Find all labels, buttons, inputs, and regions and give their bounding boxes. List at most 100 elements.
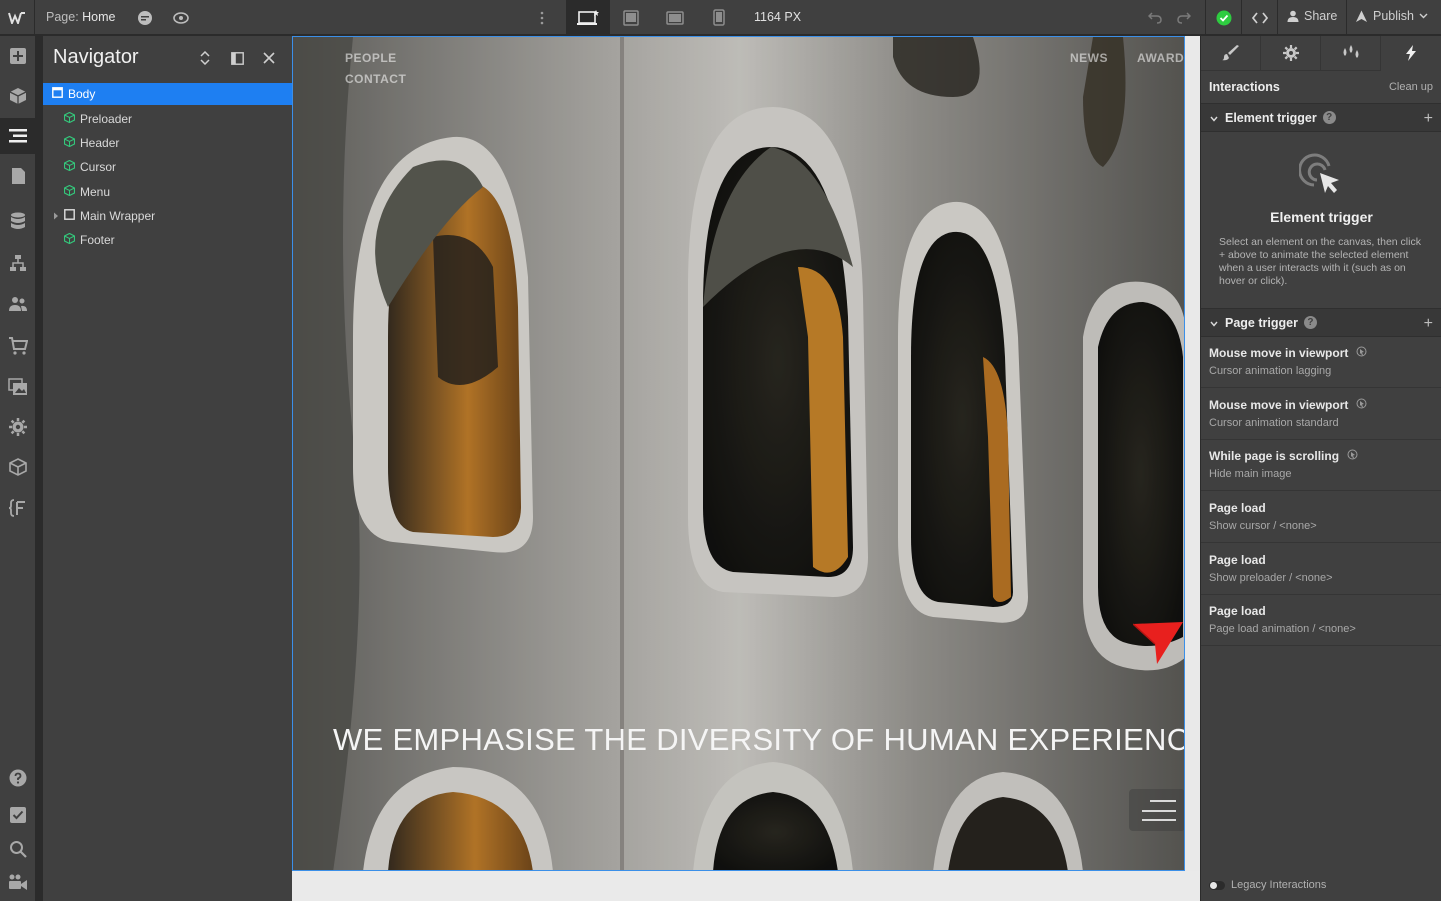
element-trigger-header[interactable]: Element trigger ? + bbox=[1201, 103, 1441, 132]
scroll-icon bbox=[1347, 449, 1358, 463]
nav-item-label: Footer bbox=[80, 233, 115, 247]
ecommerce-cart-icon[interactable] bbox=[0, 328, 36, 364]
hero-nav-news[interactable]: NEWS bbox=[1070, 51, 1108, 65]
nav-item-cursor[interactable]: Cursor bbox=[43, 156, 292, 178]
trigger-name: Mouse move in viewport bbox=[1209, 398, 1349, 412]
legacy-interactions-toggle[interactable]: Legacy Interactions bbox=[1209, 879, 1326, 891]
page-trigger-item[interactable]: Page load Page load animation / <none> bbox=[1201, 595, 1441, 646]
navigator-title: Navigator bbox=[53, 46, 139, 68]
components-cube-icon[interactable] bbox=[0, 78, 36, 114]
redo-icon[interactable] bbox=[1174, 0, 1194, 35]
tab-settings[interactable] bbox=[1261, 36, 1321, 71]
nav-item-preloader[interactable]: Preloader bbox=[43, 108, 292, 130]
nav-item-body[interactable]: Body bbox=[43, 83, 292, 105]
video-tutorials-icon[interactable] bbox=[0, 864, 36, 900]
assets-images-icon[interactable] bbox=[0, 369, 36, 405]
page-trigger-item[interactable]: Page load Show preloader / <none> bbox=[1201, 544, 1441, 595]
clean-up-link[interactable]: Clean up bbox=[1389, 81, 1433, 93]
hamburger-icon bbox=[1142, 800, 1176, 821]
trigger-name: Mouse move in viewport bbox=[1209, 346, 1349, 360]
chevron-down-icon bbox=[1210, 111, 1218, 125]
publish-status-check-icon bbox=[1213, 0, 1235, 35]
trigger-name: While page is scrolling bbox=[1209, 449, 1340, 463]
drops-icon bbox=[1343, 45, 1358, 58]
design-canvas[interactable]: PEOPLE CONTACT NEWS AWARDS WE EMPHASISE … bbox=[292, 36, 1200, 901]
users-icon[interactable] bbox=[0, 286, 36, 322]
legacy-label: Legacy Interactions bbox=[1231, 879, 1327, 891]
component-icon bbox=[63, 135, 76, 150]
nav-item-footer[interactable]: Footer bbox=[43, 229, 292, 251]
component-icon bbox=[63, 111, 76, 126]
hero-headline: WE EMPHASISE THE DIVERSITY OF HUMAN EXPE… bbox=[333, 722, 1185, 757]
tab-style-manager[interactable] bbox=[1321, 36, 1381, 71]
breakpoint-tablet-icon[interactable] bbox=[664, 0, 686, 35]
trigger-name: Page load bbox=[1209, 553, 1266, 567]
add-page-trigger-icon[interactable]: + bbox=[1424, 315, 1433, 333]
share-button[interactable]: Share bbox=[1287, 9, 1337, 23]
settings-gear-icon[interactable] bbox=[0, 409, 36, 445]
page-trigger-item[interactable]: Page load Show cursor / <none> bbox=[1201, 492, 1441, 543]
page-trigger-item[interactable]: Mouse move in viewport Cursor animation … bbox=[1201, 337, 1441, 388]
page-selector[interactable]: Page: Home bbox=[46, 10, 116, 24]
page-trigger-item[interactable]: While page is scrolling Hide main image bbox=[1201, 440, 1441, 491]
mouse-move-icon bbox=[1356, 398, 1367, 412]
share-label: Share bbox=[1304, 9, 1338, 23]
component-icon bbox=[63, 159, 76, 174]
trigger-name: Page load bbox=[1209, 604, 1266, 618]
add-element-trigger-icon[interactable]: + bbox=[1424, 110, 1433, 128]
hamburger-menu-button[interactable] bbox=[1129, 789, 1184, 831]
more-options-icon[interactable] bbox=[536, 0, 548, 35]
variables-icon[interactable] bbox=[0, 490, 36, 526]
expand-collapse-icon[interactable] bbox=[200, 50, 210, 68]
caret-right-icon[interactable] bbox=[53, 209, 59, 223]
navigator-icon[interactable] bbox=[0, 118, 36, 154]
lightning-icon bbox=[1406, 45, 1416, 61]
close-icon[interactable] bbox=[263, 52, 275, 67]
trigger-action: Cursor animation lagging bbox=[1209, 365, 1332, 377]
nav-item-label: Main Wrapper bbox=[80, 209, 156, 223]
nav-item-menu[interactable]: Menu bbox=[43, 181, 292, 203]
help-icon[interactable]: ? bbox=[1303, 316, 1317, 329]
tab-style[interactable] bbox=[1201, 36, 1261, 71]
nav-item-main-wrapper[interactable]: Main Wrapper bbox=[43, 205, 292, 227]
box-icon bbox=[52, 87, 63, 101]
preview-eye-icon[interactable] bbox=[171, 0, 191, 35]
dock-panel-icon[interactable] bbox=[231, 52, 244, 68]
nav-item-header[interactable]: Header bbox=[43, 132, 292, 154]
help-icon[interactable]: ? bbox=[1322, 111, 1336, 124]
search-icon[interactable] bbox=[0, 831, 36, 867]
pages-icon[interactable] bbox=[0, 158, 36, 194]
element-trigger-label: Element trigger bbox=[1225, 110, 1317, 125]
hero-nav-awards[interactable]: AWARDS bbox=[1137, 51, 1184, 65]
logic-flow-icon[interactable] bbox=[0, 245, 36, 281]
comments-icon[interactable] bbox=[135, 0, 155, 35]
panel-tabs bbox=[1201, 36, 1441, 71]
breakpoint-tablet-landscape-icon[interactable] bbox=[620, 0, 642, 35]
hero-nav-contact[interactable]: CONTACT bbox=[345, 72, 406, 86]
chevron-down-icon bbox=[1419, 13, 1428, 19]
tab-interactions[interactable] bbox=[1381, 36, 1441, 71]
toggle-switch[interactable] bbox=[1209, 880, 1225, 890]
tasks-checklist-icon[interactable] bbox=[0, 797, 36, 833]
breakpoint-mobile-icon[interactable] bbox=[708, 0, 730, 35]
publish-button[interactable]: Publish bbox=[1355, 9, 1428, 23]
help-icon[interactable] bbox=[0, 760, 36, 796]
hero-section[interactable]: PEOPLE CONTACT NEWS AWARDS WE EMPHASISE … bbox=[292, 36, 1185, 871]
add-elements-icon[interactable] bbox=[0, 38, 36, 74]
component-icon bbox=[63, 232, 76, 247]
navigator-panel: Navigator Body Preloader Header Cursor M… bbox=[43, 36, 292, 901]
page-trigger-header[interactable]: Page trigger ? + bbox=[1201, 308, 1441, 337]
hero-nav-people[interactable]: PEOPLE bbox=[345, 51, 397, 65]
canvas-width-readout: 1164 PX bbox=[754, 10, 802, 24]
code-export-icon[interactable] bbox=[1249, 0, 1271, 35]
apps-box-icon[interactable] bbox=[0, 449, 36, 485]
breakpoint-desktop-icon[interactable] bbox=[566, 0, 610, 35]
mouse-move-icon bbox=[1356, 346, 1367, 360]
cms-database-icon[interactable] bbox=[0, 203, 36, 239]
undo-icon[interactable] bbox=[1145, 0, 1165, 35]
page-below-fold bbox=[292, 871, 1200, 901]
page-trigger-item[interactable]: Mouse move in viewport Cursor animation … bbox=[1201, 389, 1441, 440]
page-trigger-label: Page trigger bbox=[1225, 315, 1298, 330]
chevron-down-icon bbox=[1210, 316, 1218, 330]
webflow-logo[interactable] bbox=[0, 0, 35, 35]
